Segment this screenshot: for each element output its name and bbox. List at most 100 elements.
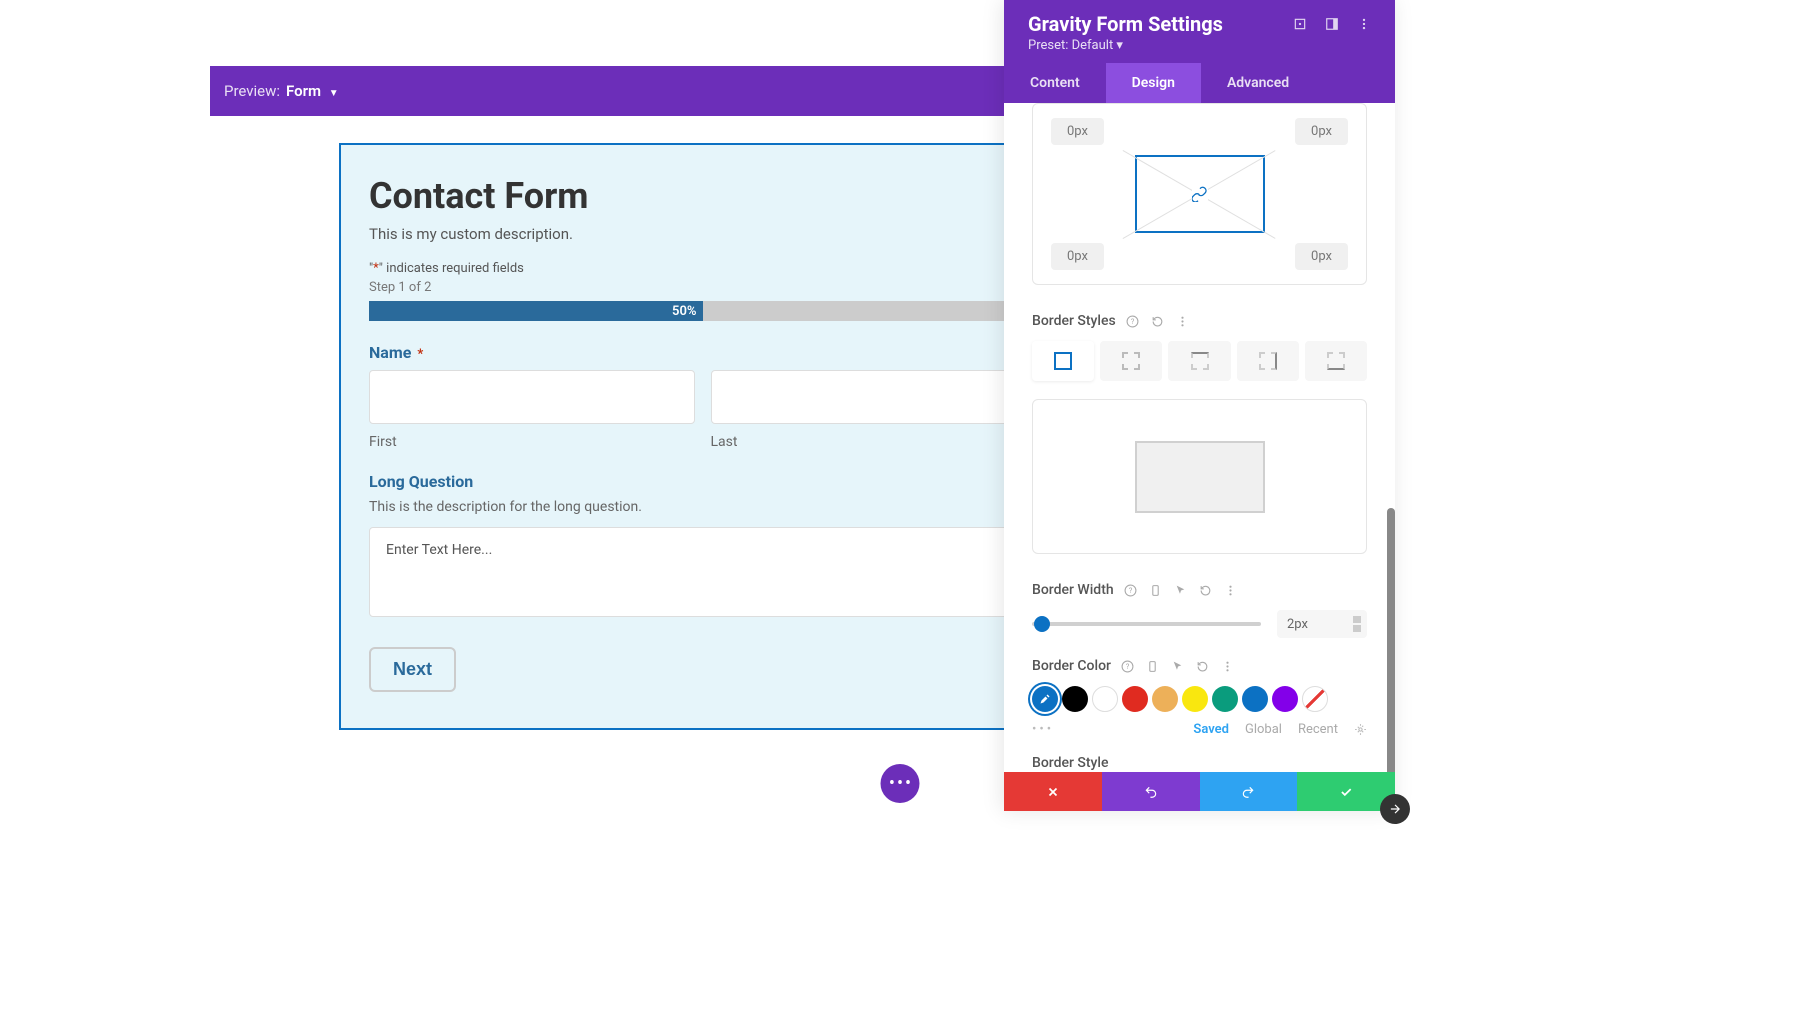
preset-dropdown[interactable]: Preset: Default ▾ (1028, 38, 1371, 53)
color-tabs: ••• Saved Global Recent (1032, 722, 1367, 737)
cursor-icon[interactable] (1171, 660, 1184, 673)
color-tab-recent[interactable]: Recent (1298, 722, 1338, 737)
kebab-icon[interactable] (1176, 315, 1189, 328)
kebab-icon[interactable] (1221, 660, 1234, 673)
scrollbar[interactable] (1387, 508, 1395, 772)
reset-icon[interactable] (1196, 660, 1209, 673)
border-all-option[interactable] (1032, 341, 1094, 381)
margin-top-right[interactable]: 0px (1295, 118, 1348, 145)
margin-preview (1135, 155, 1265, 233)
undo-icon (1144, 785, 1158, 799)
progress-fill: 50% (369, 301, 703, 321)
caret-down-icon: ▼ (329, 88, 339, 99)
ellipsis-icon: ••• (889, 773, 913, 794)
tabs: Content Design Advanced (1004, 63, 1395, 103)
help-icon[interactable]: ? (1121, 660, 1134, 673)
settings-panel: Gravity Form Settings Preset: Default ▾ … (1004, 0, 1395, 811)
border-styles-header: Border Styles ? (1032, 313, 1367, 329)
eyedropper-icon (1039, 693, 1051, 705)
panel-header: Gravity Form Settings Preset: Default ▾ (1004, 0, 1395, 63)
swatch-green[interactable] (1212, 686, 1238, 712)
form-preview: Contact Form This is my custom descripti… (339, 143, 1066, 730)
resize-icon (1385, 799, 1405, 819)
color-swatches (1032, 686, 1367, 712)
help-icon[interactable]: ? (1124, 584, 1137, 597)
tab-design[interactable]: Design (1106, 63, 1201, 103)
gear-icon[interactable] (1354, 723, 1367, 736)
border-bottom-option[interactable] (1305, 341, 1367, 381)
step-indicator: Step 1 of 2 (369, 280, 1036, 295)
swatch-white[interactable] (1092, 686, 1118, 712)
first-name-label: First (369, 434, 695, 450)
reset-icon[interactable] (1151, 315, 1164, 328)
help-icon[interactable]: ? (1126, 315, 1139, 328)
link-icon[interactable] (1192, 186, 1208, 202)
swatch-blue[interactable] (1242, 686, 1268, 712)
resize-handle[interactable] (1380, 794, 1410, 824)
name-row: First Last (369, 370, 1036, 450)
cancel-button[interactable] (1004, 772, 1102, 811)
swatch-none[interactable] (1302, 686, 1328, 712)
svg-text:?: ? (1130, 317, 1134, 326)
border-width-header: Border Width ? (1032, 582, 1367, 598)
long-question-label: Long Question (369, 472, 1036, 491)
border-color-header: Border Color ? (1032, 658, 1367, 674)
swatch-purple[interactable] (1272, 686, 1298, 712)
form-description: This is my custom description. (369, 225, 1036, 243)
border-preview (1032, 399, 1367, 554)
border-right-option[interactable] (1237, 341, 1299, 381)
border-style-options (1032, 341, 1367, 381)
tab-content[interactable]: Content (1004, 63, 1106, 103)
color-tab-global[interactable]: Global (1245, 722, 1282, 737)
more-colors-icon[interactable]: ••• (1032, 722, 1054, 737)
color-tab-saved[interactable]: Saved (1193, 722, 1229, 737)
slider-thumb[interactable] (1034, 616, 1050, 632)
swatch-orange[interactable] (1152, 686, 1178, 712)
progress-bar: 50% (369, 301, 1036, 321)
redo-button[interactable] (1200, 772, 1298, 811)
border-dashed-option[interactable] (1100, 341, 1162, 381)
tab-advanced[interactable]: Advanced (1201, 63, 1315, 103)
swatch-active[interactable] (1032, 686, 1058, 712)
panel-body[interactable]: 0px 0px 0px 0px Border Styles ? (1004, 103, 1395, 772)
swatch-red[interactable] (1122, 686, 1148, 712)
required-asterisk-icon: * (417, 347, 423, 362)
swatch-yellow[interactable] (1182, 686, 1208, 712)
swatch-black[interactable] (1062, 686, 1088, 712)
border-preview-inner (1135, 441, 1265, 513)
first-name-input[interactable] (369, 370, 695, 424)
next-button[interactable]: Next (369, 647, 456, 692)
border-width-input[interactable]: 2px (1277, 610, 1367, 638)
border-style-header: Border Style (1032, 755, 1367, 771)
form-title: Contact Form (369, 175, 1036, 217)
redo-icon (1241, 785, 1255, 799)
long-question-textarea[interactable]: Enter Text Here... (369, 527, 1036, 617)
svg-text:?: ? (1126, 662, 1130, 671)
border-width-slider[interactable] (1032, 622, 1261, 626)
phone-icon[interactable] (1149, 584, 1162, 597)
margin-bottom-right[interactable]: 0px (1295, 243, 1348, 270)
reset-icon[interactable] (1199, 584, 1212, 597)
dock-icon[interactable] (1325, 17, 1339, 31)
panel-footer (1004, 772, 1395, 811)
required-note: "*" indicates required fields (369, 261, 1036, 276)
margin-box: 0px 0px 0px 0px (1032, 103, 1367, 285)
preview-label: Preview: (224, 82, 280, 100)
kebab-icon[interactable] (1357, 17, 1371, 31)
cursor-icon[interactable] (1174, 584, 1187, 597)
expand-icon[interactable] (1293, 17, 1307, 31)
last-name-label: Last (711, 434, 1037, 450)
svg-text:?: ? (1128, 586, 1132, 595)
more-actions-button[interactable]: ••• (881, 764, 920, 803)
margin-top-left[interactable]: 0px (1051, 118, 1104, 145)
border-top-option[interactable] (1168, 341, 1230, 381)
panel-title: Gravity Form Settings (1028, 12, 1223, 36)
long-question-description: This is the description for the long que… (369, 499, 1036, 515)
phone-icon[interactable] (1146, 660, 1159, 673)
margin-bottom-left[interactable]: 0px (1051, 243, 1104, 270)
close-icon (1046, 785, 1060, 799)
last-name-input[interactable] (711, 370, 1037, 424)
undo-button[interactable] (1102, 772, 1200, 811)
kebab-icon[interactable] (1224, 584, 1237, 597)
preview-dropdown[interactable]: Form ▼ (286, 82, 339, 100)
